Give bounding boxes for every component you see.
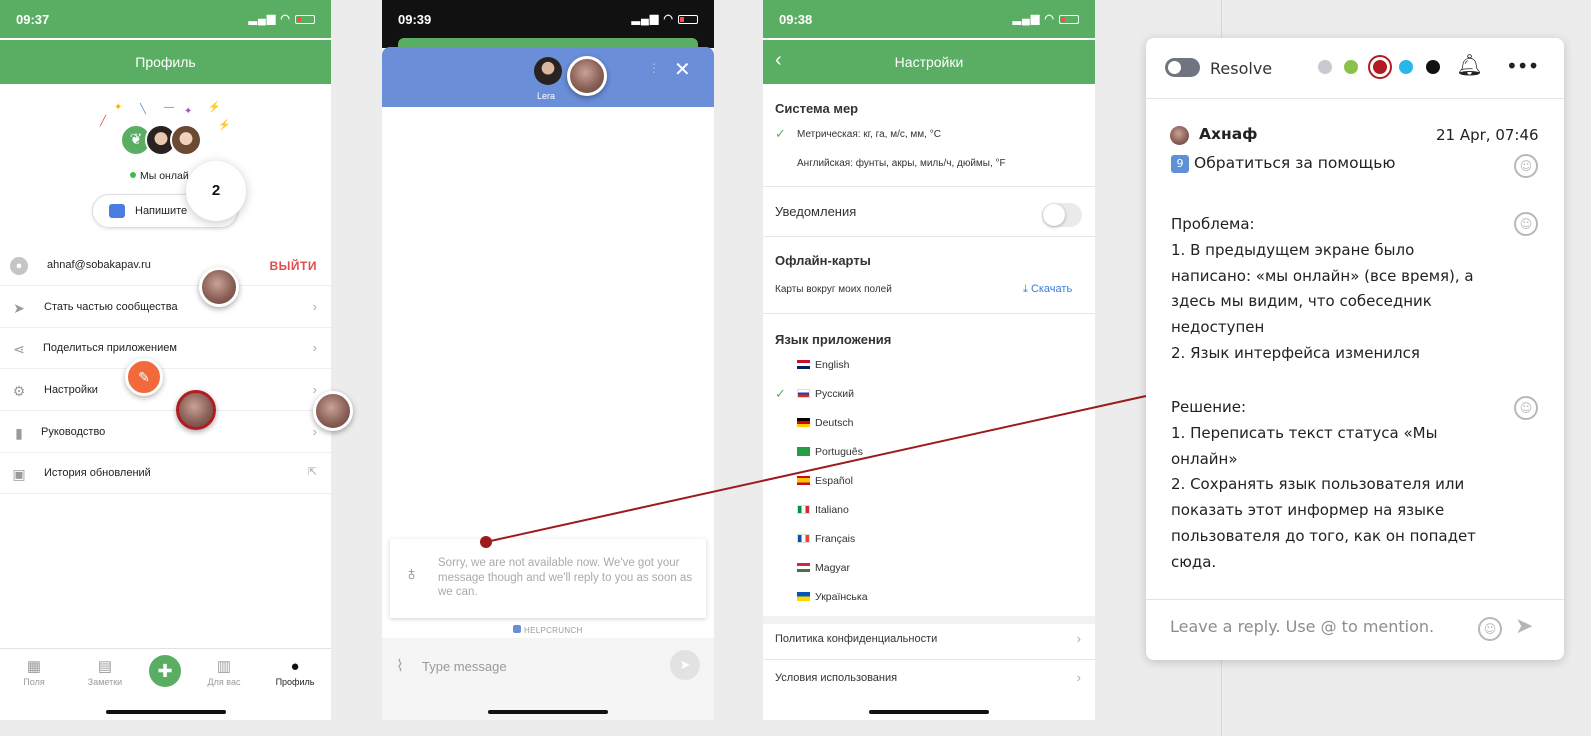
add-reaction-icon[interactable]: ☺ — [1514, 396, 1538, 420]
panel-divider — [1146, 98, 1564, 99]
connector-anchor-dot — [480, 536, 492, 548]
toggle-knob — [1168, 61, 1181, 74]
color-option-blue[interactable] — [1399, 60, 1413, 74]
color-option-black[interactable] — [1426, 60, 1440, 74]
send-icon[interactable]: ➤ — [1515, 614, 1533, 639]
reply-emoji-icon[interactable]: ☺ — [1478, 617, 1502, 641]
subject-line: 9 Обратиться за помощью — [1171, 154, 1395, 173]
author-name: Ахнаф — [1199, 125, 1258, 143]
author-avatar — [1170, 126, 1189, 145]
number-badge: 9 — [1171, 155, 1189, 173]
add-reaction-icon[interactable]: ☺ — [1514, 212, 1538, 236]
color-option-gray[interactable] — [1318, 60, 1332, 74]
bell-icon[interactable]: 🔔︎ — [1456, 53, 1483, 78]
resolve-label: Resolve — [1210, 59, 1273, 78]
panel-divider — [1146, 599, 1564, 600]
color-option-red-selected[interactable] — [1370, 57, 1390, 77]
solution-block: Решение: 1. Переписать текст статуса «Мы… — [1171, 398, 1476, 571]
reply-input[interactable]: Leave a reply. Use @ to mention. — [1170, 617, 1434, 636]
more-options-icon[interactable]: ••• — [1506, 54, 1539, 78]
comment-panel: Resolve 🔔︎ ••• Ахнаф 21 Apr, 07:46 9 Обра… — [1146, 38, 1564, 660]
problem-block: Проблема: 1. В предыдущем экране было на… — [1171, 215, 1474, 362]
comment-date: 21 Apr, 07:46 — [1436, 126, 1539, 144]
add-reaction-icon[interactable]: ☺ — [1514, 154, 1538, 178]
color-option-green[interactable] — [1344, 60, 1358, 74]
resolve-toggle[interactable] — [1165, 58, 1200, 77]
